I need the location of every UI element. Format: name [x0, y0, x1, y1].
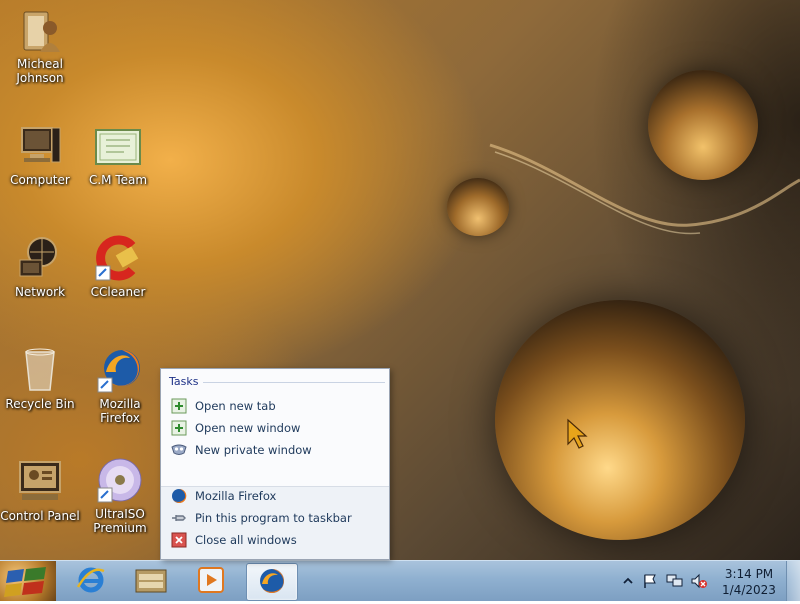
firefox-jumplist: Tasks Open new tab Open new window New p… [160, 368, 390, 560]
ccleaner-icon [94, 234, 142, 282]
jumplist-action-label: Close all windows [195, 533, 297, 547]
close-icon [171, 532, 187, 548]
jumplist-task-label: Open new window [195, 421, 301, 435]
windows-logo-icon [4, 567, 46, 597]
desktop-icon-firefox[interactable]: Mozilla Firefox [80, 346, 160, 425]
jumplist-action-pin-to-taskbar[interactable]: Pin this program to taskbar [167, 508, 383, 528]
desktop-icon-computer[interactable]: Computer [0, 122, 80, 187]
control-panel-icon [16, 458, 64, 506]
desktop-icon-control-panel[interactable]: Control Panel [0, 458, 80, 523]
jumplist-task-new-private-window[interactable]: New private window [167, 440, 383, 460]
jumplist-action-label: Pin this program to taskbar [195, 511, 352, 525]
recycle-bin-icon [16, 346, 64, 394]
desktop-icon-ccleaner[interactable]: CCleaner [78, 234, 158, 299]
computer-icon [16, 122, 64, 170]
start-button[interactable] [0, 561, 56, 601]
jumplist-action-open-firefox[interactable]: Mozilla Firefox [167, 486, 383, 506]
jumplist-task-open-new-window[interactable]: Open new window [167, 418, 383, 438]
network-tray-icon[interactable] [666, 573, 683, 589]
jumplist-action-close-all-windows[interactable]: Close all windows [167, 530, 383, 550]
desktop-icon-user-folder[interactable]: Micheal Johnson [0, 6, 80, 85]
file-cabinet-icon [134, 566, 168, 597]
taskbar: 3:14 PM 1/4/2023 [0, 560, 800, 601]
internet-explorer-icon [76, 565, 106, 598]
jumplist-task-label: Open new tab [195, 399, 276, 413]
firefox-icon [257, 566, 287, 599]
jumplist-header-divider [203, 382, 385, 383]
desktop-icon-network[interactable]: Network [0, 234, 80, 299]
user-folder-icon [16, 6, 64, 54]
disc-icon [96, 456, 144, 504]
wallpaper-sphere-large [495, 300, 745, 540]
taskbar-media-player[interactable] [186, 563, 236, 599]
network-icon [16, 234, 64, 282]
new-window-icon [171, 420, 187, 436]
desktop-icon-ultraiso[interactable]: UltraISO Premium [80, 456, 160, 535]
jumplist-task-label: New private window [195, 443, 312, 457]
show-hidden-icons-chevron-icon[interactable] [620, 573, 636, 589]
pin-icon [171, 510, 187, 526]
certificate-icon [94, 122, 142, 170]
taskbar-file-cabinet[interactable] [126, 563, 176, 599]
firefox-icon [96, 346, 144, 394]
taskbar-internet-explorer[interactable] [66, 563, 116, 599]
jumplist-task-open-new-tab[interactable]: Open new tab [167, 396, 383, 416]
volume-muted-icon[interactable] [690, 573, 707, 589]
clock-time: 3:14 PM [724, 567, 774, 581]
firefox-icon [171, 488, 187, 504]
mouse-cursor-icon [567, 418, 588, 449]
clock-date: 1/4/2023 [722, 583, 776, 597]
jumplist-action-label: Mozilla Firefox [195, 489, 277, 503]
media-player-icon [197, 566, 225, 597]
jumplist-tasks-header: Tasks [169, 375, 199, 388]
desktop-icon-recycle-bin[interactable]: Recycle Bin [0, 346, 80, 411]
desktop-icon-cm-team[interactable]: C.M Team [78, 122, 158, 187]
show-desktop-button[interactable] [786, 561, 800, 601]
action-center-flag-icon[interactable] [642, 573, 658, 589]
system-clock[interactable]: 3:14 PM 1/4/2023 [716, 566, 782, 598]
taskbar-firefox[interactable] [246, 563, 298, 601]
new-tab-icon [171, 398, 187, 414]
wallpaper-swirl [489, 143, 800, 235]
private-window-icon [171, 442, 187, 458]
desktop[interactable]: Micheal Johnson Computer C.M Team Networ… [0, 0, 800, 560]
